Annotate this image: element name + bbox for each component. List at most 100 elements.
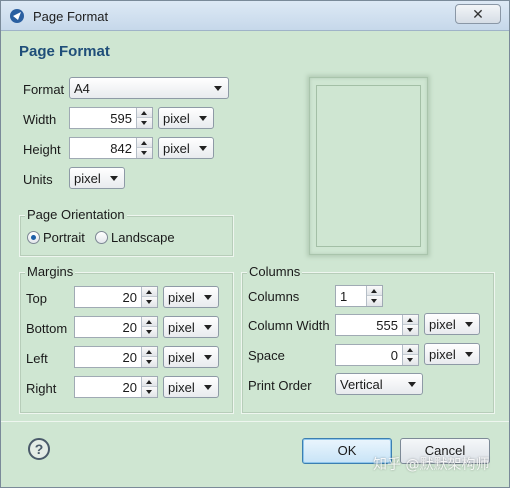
- spinner-up-icon[interactable]: [137, 108, 152, 118]
- chevron-down-icon: [110, 176, 118, 181]
- width-label: Width: [23, 112, 57, 127]
- chevron-down-icon: [199, 146, 207, 151]
- page-title: Page Format: [19, 43, 110, 60]
- spinner-up-icon[interactable]: [142, 377, 157, 387]
- print-order-select[interactable]: Vertical: [335, 373, 423, 395]
- portrait-label[interactable]: Portrait: [43, 230, 85, 245]
- margin-bottom-spinner[interactable]: 20: [74, 316, 158, 338]
- margin-right-spinner[interactable]: 20: [74, 376, 158, 398]
- page-preview: [309, 77, 428, 255]
- height-unit-value: pixel: [163, 141, 190, 156]
- portrait-radio[interactable]: [27, 231, 40, 244]
- spinner-down-icon[interactable]: [142, 357, 157, 367]
- spinner-down-icon[interactable]: [403, 355, 418, 365]
- margins-group-title: Margins: [25, 264, 76, 279]
- spinner-down-icon[interactable]: [403, 325, 418, 335]
- close-icon: ✕: [472, 6, 484, 22]
- spinner-up-icon[interactable]: [142, 287, 157, 297]
- spinner-down-icon[interactable]: [142, 327, 157, 337]
- format-label: Format: [23, 82, 65, 97]
- chevron-down-icon: [199, 116, 207, 121]
- space-spinner[interactable]: 0: [335, 344, 419, 366]
- chevron-down-icon: [214, 86, 222, 91]
- spinner-down-icon[interactable]: [367, 296, 382, 306]
- chevron-down-icon: [204, 385, 212, 390]
- columns-group-title: Columns: [247, 264, 303, 279]
- chevron-down-icon: [465, 322, 473, 327]
- margin-left-value: 20: [122, 350, 137, 365]
- margin-bottom-unit: pixel: [168, 320, 195, 335]
- margin-top-unit-select[interactable]: pixel: [163, 286, 219, 308]
- spinner-up-icon[interactable]: [142, 317, 157, 327]
- spinner-up-icon[interactable]: [142, 347, 157, 357]
- window-title: Page Format: [33, 9, 109, 24]
- column-width-value: 555: [376, 318, 398, 333]
- orientation-group-title: Page Orientation: [25, 207, 127, 222]
- chevron-down-icon: [408, 382, 416, 387]
- height-label: Height: [23, 142, 61, 157]
- margin-right-value: 20: [122, 380, 137, 395]
- chevron-down-icon: [204, 295, 212, 300]
- watermark-text: 知乎 @默默架构师: [373, 457, 490, 473]
- format-value: A4: [74, 81, 90, 96]
- units-value: pixel: [74, 171, 101, 186]
- landscape-label[interactable]: Landscape: [111, 230, 175, 245]
- spinner-up-icon[interactable]: [403, 345, 418, 355]
- margin-top-spinner[interactable]: 20: [74, 286, 158, 308]
- spinner-down-icon[interactable]: [137, 118, 152, 128]
- spinner-down-icon[interactable]: [137, 148, 152, 158]
- space-unit: pixel: [429, 347, 456, 362]
- chevron-down-icon: [204, 325, 212, 330]
- margin-left-unit: pixel: [168, 350, 195, 365]
- margin-right-unit-select[interactable]: pixel: [163, 376, 219, 398]
- format-select[interactable]: A4: [69, 77, 229, 99]
- help-icon[interactable]: ?: [28, 438, 50, 460]
- spinner-up-icon[interactable]: [137, 138, 152, 148]
- print-order-value: Vertical: [340, 377, 383, 392]
- print-order-label: Print Order: [248, 378, 312, 393]
- margin-right-label: Right: [26, 381, 57, 396]
- margin-right-unit: pixel: [168, 380, 195, 395]
- columns-count-label: Columns: [248, 289, 300, 304]
- height-spinner[interactable]: 842: [69, 137, 153, 159]
- footer-separator: [1, 421, 509, 422]
- spinner-down-icon[interactable]: [142, 387, 157, 397]
- space-label: Space: [248, 348, 285, 363]
- margin-bottom-unit-select[interactable]: pixel: [163, 316, 219, 338]
- column-width-unit-select[interactable]: pixel: [424, 313, 480, 335]
- margin-bottom-label: Bottom: [26, 321, 68, 336]
- column-width-label: Column Width: [248, 318, 330, 333]
- width-value: 595: [110, 111, 132, 126]
- dialog-header: Page Format: [1, 32, 509, 66]
- height-value: 842: [110, 141, 132, 156]
- margin-top-label: Top: [26, 291, 47, 306]
- width-spinner[interactable]: 595: [69, 107, 153, 129]
- margin-top-unit: pixel: [168, 290, 195, 305]
- space-unit-select[interactable]: pixel: [424, 343, 480, 365]
- height-unit-select[interactable]: pixel: [158, 137, 214, 159]
- spinner-down-icon[interactable]: [142, 297, 157, 307]
- columns-count-spinner[interactable]: 1: [335, 285, 383, 307]
- page-preview-margins: [316, 85, 421, 247]
- page-format-dialog: Page Format ✕ Page Format Format A4 Widt…: [0, 0, 510, 488]
- column-width-unit: pixel: [429, 317, 456, 332]
- title-bar[interactable]: Page Format ✕: [1, 1, 509, 31]
- units-select[interactable]: pixel: [69, 167, 125, 189]
- margin-top-value: 20: [122, 290, 137, 305]
- space-value: 0: [390, 348, 398, 363]
- margin-left-unit-select[interactable]: pixel: [163, 346, 219, 368]
- chevron-down-icon: [465, 352, 473, 357]
- spinner-up-icon[interactable]: [367, 286, 382, 296]
- width-unit-select[interactable]: pixel: [158, 107, 214, 129]
- spinner-up-icon[interactable]: [403, 315, 418, 325]
- landscape-radio[interactable]: [95, 231, 108, 244]
- units-label: Units: [23, 172, 53, 187]
- margin-left-spinner[interactable]: 20: [74, 346, 158, 368]
- column-width-spinner[interactable]: 555: [335, 314, 419, 336]
- close-button[interactable]: ✕: [455, 4, 501, 24]
- chevron-down-icon: [204, 355, 212, 360]
- margin-left-label: Left: [26, 351, 48, 366]
- columns-count-value: 1: [340, 289, 348, 304]
- app-icon: [10, 9, 24, 23]
- margin-bottom-value: 20: [122, 320, 137, 335]
